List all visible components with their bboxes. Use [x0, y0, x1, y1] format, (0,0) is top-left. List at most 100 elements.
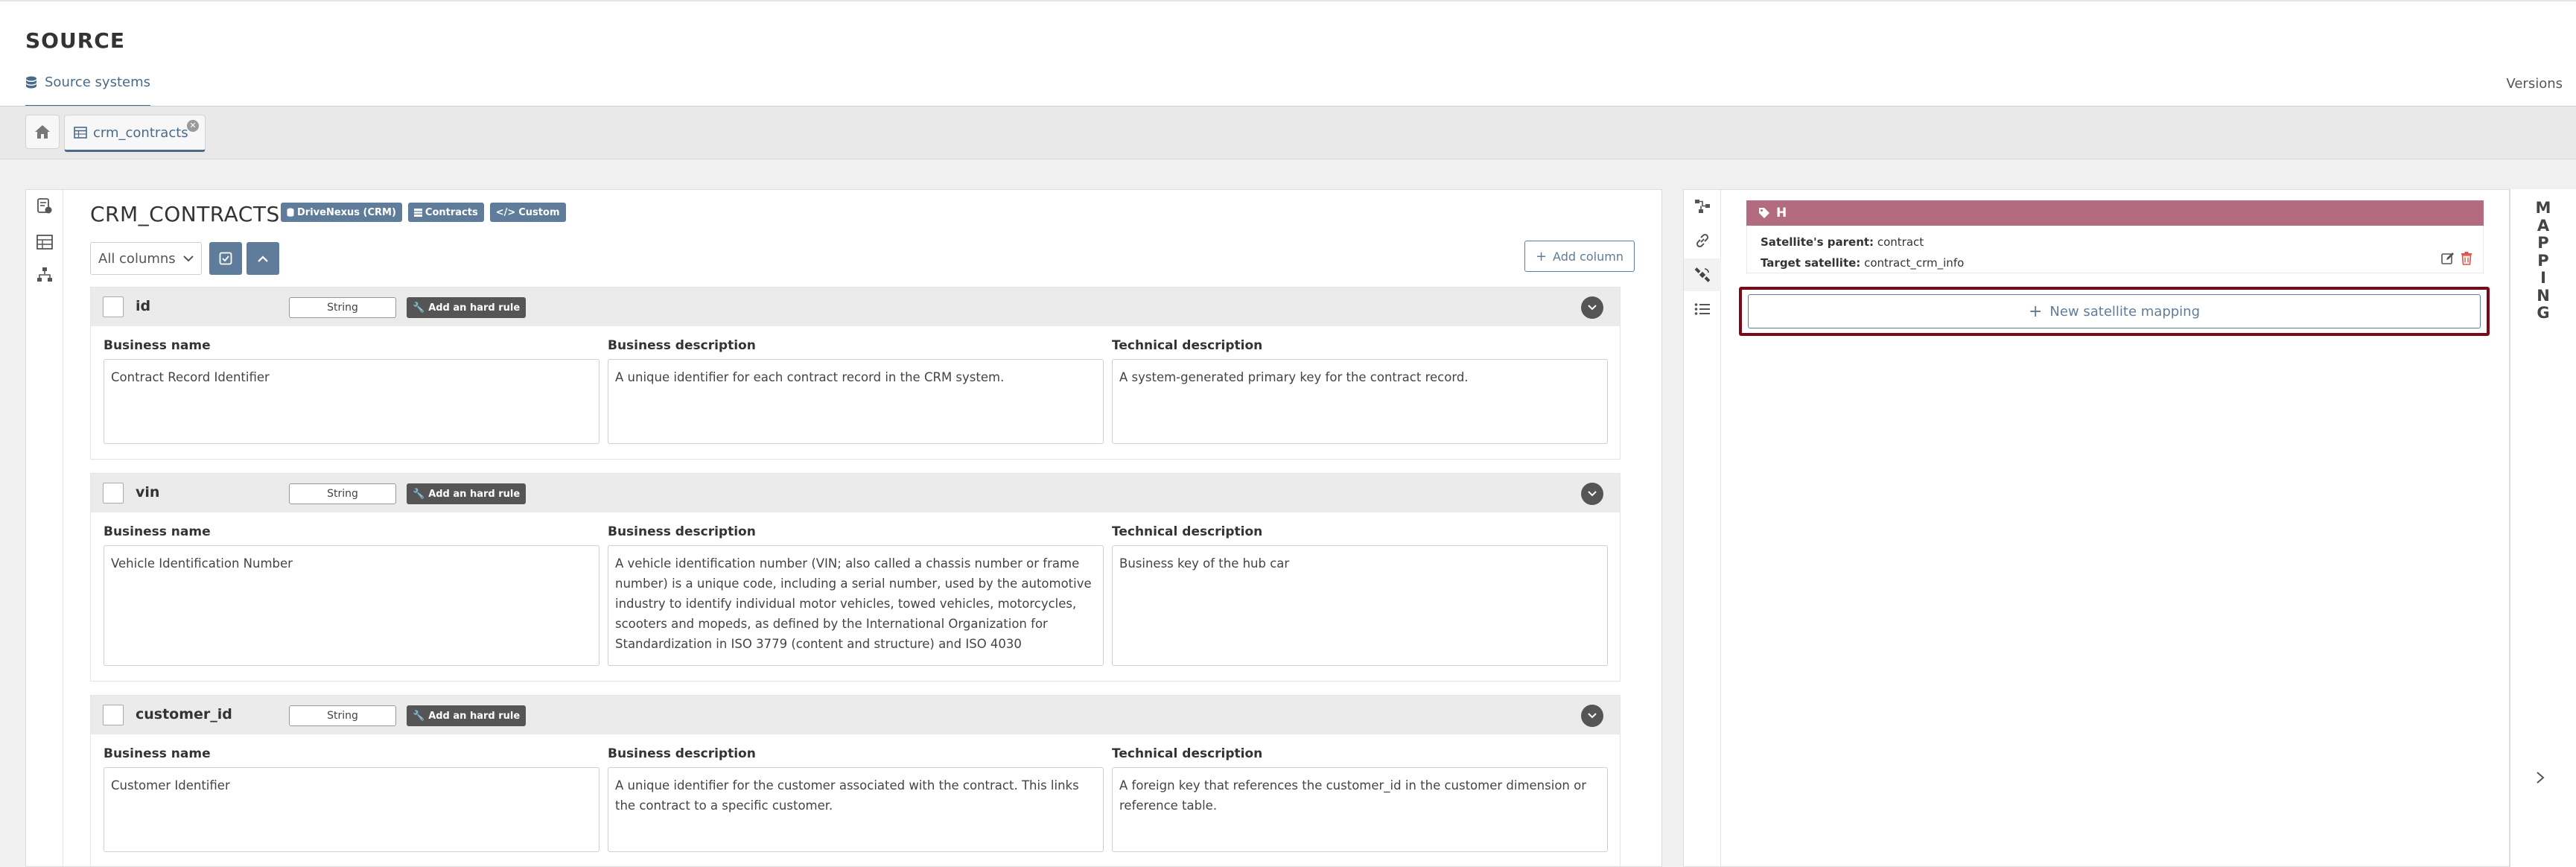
badge-source-system[interactable]: DriveNexus (CRM): [281, 203, 402, 222]
list-icon[interactable]: [1684, 293, 1721, 325]
column-card: vin String 🔧 Add an hard rule Business n…: [90, 473, 1621, 682]
satellite-parent-value: contract: [1877, 235, 1924, 249]
source-table-panel: CRM_CONTRACTS DriveNexus (CRM) Contracts…: [25, 189, 1662, 867]
new-satellite-mapping-label: New satellite mapping: [2049, 303, 2201, 320]
column-header: id String 🔧 Add an hard rule: [91, 288, 1620, 326]
table-grid-icon[interactable]: [36, 233, 54, 251]
business-description-field-group: Business description A vehicle identific…: [608, 524, 1104, 666]
tag-icon: [1759, 208, 1769, 218]
technical-description-input[interactable]: A foreign key that references the custom…: [1112, 767, 1608, 852]
business-description-field-group: Business description A unique identifier…: [608, 746, 1104, 852]
trash-icon[interactable]: [2461, 252, 2472, 265]
satellite-card-body: Satellite's parent: contract Target sate…: [1746, 226, 2484, 273]
business-name-field-group: Business name Contract Record Identifier: [104, 338, 600, 444]
highlight-frame: + New satellite mapping: [1739, 287, 2490, 336]
business-name-label: Business name: [104, 524, 211, 539]
document-tab-bar: crm_contracts ✕: [0, 106, 2576, 159]
collapse-column-button[interactable]: [1581, 483, 1603, 505]
column-name: id: [136, 298, 151, 314]
badge-type[interactable]: </> Custom: [489, 203, 566, 222]
app-header: SOURCE Source systems Versions: [0, 0, 2576, 107]
business-name-input[interactable]: Vehicle Identification Number: [104, 545, 600, 666]
checkbox-icon: [219, 252, 232, 265]
new-satellite-mapping-button[interactable]: + New satellite mapping: [1748, 294, 2481, 328]
hierarchy-icon[interactable]: [36, 266, 54, 284]
business-description-input[interactable]: A unique identifier for the customer ass…: [608, 767, 1104, 852]
column-name: customer_id: [136, 706, 232, 722]
target-satellite-label: Target satellite:: [1761, 256, 1861, 270]
chevron-right-icon[interactable]: [2533, 770, 2548, 785]
business-description-label: Business description: [608, 524, 756, 539]
tab-source-systems[interactable]: Source systems: [25, 74, 150, 107]
technical-description-input[interactable]: A system-generated primary key for the c…: [1112, 359, 1608, 444]
table-title: CRM_CONTRACTS: [90, 202, 280, 226]
business-name-input[interactable]: Customer Identifier: [104, 767, 600, 852]
tab-crm-contracts[interactable]: crm_contracts ✕: [64, 115, 206, 152]
home-tab[interactable]: [25, 115, 60, 149]
chevron-up-icon: [258, 255, 268, 262]
business-name-input[interactable]: Contract Record Identifier: [104, 359, 600, 444]
mapping-rail-letter: I: [2540, 269, 2546, 287]
table-badges: DriveNexus (CRM) Contracts </> Custom: [281, 203, 566, 222]
add-hard-rule-label: Add an hard rule: [428, 710, 521, 722]
business-description-input[interactable]: A unique identifier for each contract re…: [608, 359, 1104, 444]
business-name-field-group: Business name Customer Identifier: [104, 746, 600, 852]
business-description-input[interactable]: A vehicle identification number (VIN; al…: [608, 545, 1104, 666]
business-description-label: Business description: [608, 338, 756, 353]
add-hard-rule-button[interactable]: 🔧 Add an hard rule: [407, 297, 527, 318]
column-name: vin: [136, 484, 160, 501]
plus-icon: +: [2028, 302, 2043, 321]
badge-business-object[interactable]: Contracts: [407, 203, 484, 222]
satellite-card-title: H: [1776, 206, 1787, 220]
collapse-all-button[interactable]: [247, 242, 279, 275]
plus-icon: +: [1535, 248, 1548, 264]
versions-link[interactable]: Versions: [2506, 76, 2563, 92]
technical-description-label: Technical description: [1112, 338, 1263, 353]
badge-source-system-label: DriveNexus (CRM): [297, 206, 396, 218]
business-name-label: Business name: [104, 746, 211, 761]
mapping-panel: H Satellite's parent: contract Target sa…: [1683, 189, 2510, 867]
column-checkbox[interactable]: [103, 296, 124, 317]
column-type-field[interactable]: String: [289, 483, 396, 504]
mapping-rail-letter: P: [2537, 251, 2549, 270]
column-checkbox[interactable]: [103, 483, 124, 504]
technical-description-input[interactable]: Business key of the hub car: [1112, 545, 1608, 666]
list-icon: [413, 208, 422, 217]
target-satellite-value: contract_crm_info: [1864, 256, 1965, 270]
badge-type-label: Custom: [518, 206, 560, 218]
link-icon[interactable]: [1684, 224, 1721, 257]
technical-description-field-group: Technical description Business key of th…: [1112, 524, 1608, 666]
chevron-down-icon: [183, 255, 194, 261]
edit-icon[interactable]: [2441, 252, 2455, 265]
column-type-field[interactable]: String: [289, 297, 396, 318]
code-icon: </>: [495, 206, 516, 218]
app-title: SOURCE: [25, 28, 125, 53]
add-hard-rule-button[interactable]: 🔧 Add an hard rule: [407, 483, 527, 504]
technical-description-label: Technical description: [1112, 746, 1263, 761]
select-all-button[interactable]: [209, 242, 242, 275]
mapping-side-rail[interactable]: M A P P I N G: [2510, 189, 2576, 867]
add-hard-rule-button[interactable]: 🔧 Add an hard rule: [407, 705, 527, 726]
column-type-field[interactable]: String: [289, 705, 396, 726]
hub-mapping-icon[interactable]: [1684, 190, 1721, 223]
column-checkbox[interactable]: [103, 705, 124, 725]
mapping-rail-letter: N: [2537, 286, 2550, 305]
technical-description-field-group: Technical description A system-generated…: [1112, 338, 1608, 444]
satellite-card-header: H: [1746, 200, 2484, 226]
database-icon: [26, 76, 36, 89]
table-settings-icon[interactable]: [36, 197, 54, 215]
add-column-button[interactable]: + Add column: [1524, 241, 1635, 272]
chevron-down-icon: [1588, 305, 1597, 311]
add-hard-rule-label: Add an hard rule: [428, 488, 521, 500]
column-filter-select[interactable]: All columns: [90, 242, 202, 275]
mapping-toolbar: [1684, 190, 1721, 866]
database-icon: [287, 208, 294, 217]
close-icon[interactable]: ✕: [187, 120, 199, 132]
satellite-icon[interactable]: [1684, 258, 1721, 291]
business-description-label: Business description: [608, 746, 756, 761]
tab-source-systems-label: Source systems: [45, 74, 150, 90]
collapse-column-button[interactable]: [1581, 705, 1603, 727]
satellite-mapping-card: H Satellite's parent: contract Target sa…: [1746, 200, 2484, 273]
mapping-rail-letter: A: [2537, 216, 2550, 235]
collapse-column-button[interactable]: [1581, 296, 1603, 319]
